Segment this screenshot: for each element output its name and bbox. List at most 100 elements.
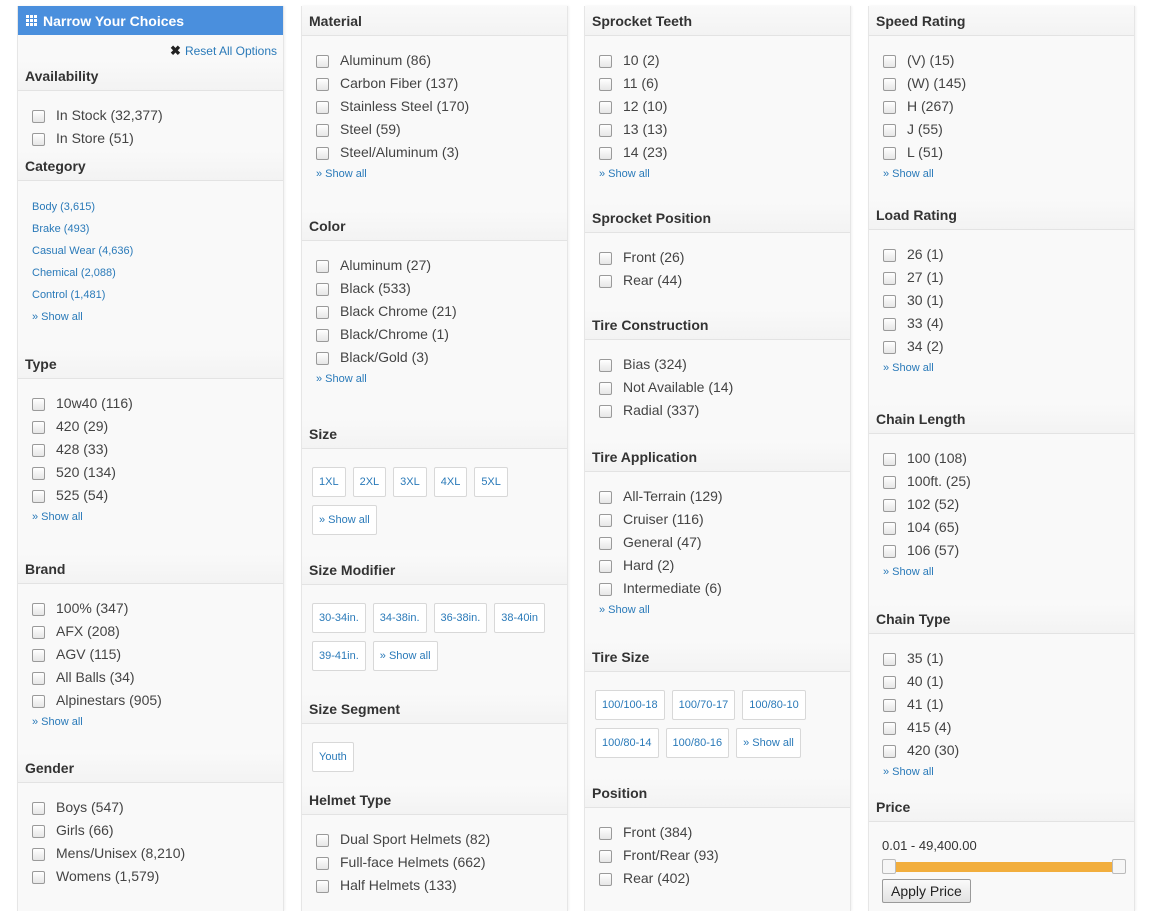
show-all-link[interactable]: » Show all: [869, 357, 1134, 379]
price-slider-min-handle[interactable]: [882, 859, 896, 874]
filter-option[interactable]: Alpinestars (905): [18, 688, 283, 711]
checkbox[interactable]: [32, 490, 45, 503]
checkbox[interactable]: [599, 491, 612, 504]
filter-option[interactable]: Bias (324): [585, 352, 850, 375]
filter-link[interactable]: Body (3,615): [18, 196, 283, 218]
filter-option[interactable]: Boys (547): [18, 795, 283, 818]
checkbox[interactable]: [599, 147, 612, 160]
filter-option[interactable]: 40 (1): [869, 669, 1134, 692]
reset-all-link[interactable]: Reset All Options: [185, 44, 277, 58]
checkbox[interactable]: [599, 850, 612, 863]
checkbox[interactable]: [599, 124, 612, 137]
close-icon[interactable]: ✖: [170, 43, 181, 58]
filter-option[interactable]: General (47): [585, 530, 850, 553]
checkbox[interactable]: [883, 272, 896, 285]
filter-option[interactable]: (W) (145): [869, 71, 1134, 94]
filter-option[interactable]: L (51): [869, 140, 1134, 163]
filter-option[interactable]: 420 (30): [869, 738, 1134, 761]
checkbox[interactable]: [32, 848, 45, 861]
checkbox[interactable]: [316, 306, 329, 319]
filter-chip[interactable]: 1XL: [312, 467, 346, 497]
filter-option[interactable]: In Stock (32,377): [18, 103, 283, 126]
checkbox[interactable]: [599, 78, 612, 91]
checkbox[interactable]: [316, 834, 329, 847]
filter-option[interactable]: 41 (1): [869, 692, 1134, 715]
show-all-link[interactable]: » Show all: [869, 761, 1134, 783]
filter-link[interactable]: Chemical (2,088): [18, 262, 283, 284]
show-all-link[interactable]: » Show all: [18, 506, 283, 528]
checkbox[interactable]: [883, 653, 896, 666]
filter-option[interactable]: (V) (15): [869, 48, 1134, 71]
show-all-link[interactable]: » Show all: [869, 561, 1134, 583]
filter-option[interactable]: 30 (1): [869, 288, 1134, 311]
filter-option[interactable]: Front (26): [585, 245, 850, 268]
filter-option[interactable]: Not Available (14): [585, 375, 850, 398]
checkbox[interactable]: [883, 249, 896, 262]
filter-link[interactable]: Control (1,481): [18, 284, 283, 306]
filter-option[interactable]: 106 (57): [869, 538, 1134, 561]
filter-option[interactable]: Stainless Steel (170): [302, 94, 567, 117]
filter-option[interactable]: 11 (6): [585, 71, 850, 94]
checkbox[interactable]: [32, 672, 45, 685]
filter-option[interactable]: Half Helmets (133): [302, 873, 567, 896]
checkbox[interactable]: [883, 78, 896, 91]
checkbox[interactable]: [316, 147, 329, 160]
checkbox[interactable]: [316, 329, 329, 342]
checkbox[interactable]: [599, 101, 612, 114]
checkbox[interactable]: [32, 649, 45, 662]
filter-option[interactable]: 100% (347): [18, 596, 283, 619]
filter-option[interactable]: Front (384): [585, 820, 850, 843]
filter-option[interactable]: Rear (44): [585, 268, 850, 291]
checkbox[interactable]: [32, 603, 45, 616]
checkbox[interactable]: [32, 825, 45, 838]
checkbox[interactable]: [883, 545, 896, 558]
checkbox[interactable]: [883, 722, 896, 735]
filter-chip[interactable]: 100/80-14: [595, 728, 659, 758]
checkbox[interactable]: [883, 476, 896, 489]
filter-option[interactable]: Black/Gold (3): [302, 345, 567, 368]
filter-option[interactable]: 102 (52): [869, 492, 1134, 515]
filter-option[interactable]: Black (533): [302, 276, 567, 299]
filter-option[interactable]: Aluminum (27): [302, 253, 567, 276]
checkbox[interactable]: [316, 352, 329, 365]
filter-chip[interactable]: » Show all: [372, 641, 438, 671]
filter-option[interactable]: 33 (4): [869, 311, 1134, 334]
checkbox[interactable]: [316, 78, 329, 91]
checkbox[interactable]: [599, 275, 612, 288]
filter-option[interactable]: Hard (2): [585, 553, 850, 576]
filter-chip[interactable]: 100/70-17: [671, 690, 736, 720]
filter-chip[interactable]: 100/80-10: [742, 690, 806, 720]
filter-chip[interactable]: 36-38in.: [433, 603, 488, 633]
checkbox[interactable]: [599, 359, 612, 372]
checkbox[interactable]: [32, 398, 45, 411]
checkbox[interactable]: [32, 871, 45, 884]
checkbox[interactable]: [599, 827, 612, 840]
checkbox[interactable]: [32, 695, 45, 708]
filter-chip[interactable]: 100/80-16: [665, 728, 730, 758]
filter-option[interactable]: 415 (4): [869, 715, 1134, 738]
filter-option[interactable]: Steel/Aluminum (3): [302, 140, 567, 163]
show-all-link[interactable]: » Show all: [302, 163, 567, 185]
filter-option[interactable]: 27 (1): [869, 265, 1134, 288]
filter-chip[interactable]: 38-40in: [494, 603, 545, 633]
filter-option[interactable]: J (55): [869, 117, 1134, 140]
checkbox[interactable]: [32, 626, 45, 639]
checkbox[interactable]: [316, 880, 329, 893]
filter-option[interactable]: Aluminum (86): [302, 48, 567, 71]
filter-option[interactable]: Front/Rear (93): [585, 843, 850, 866]
show-all-link[interactable]: » Show all: [18, 711, 283, 733]
checkbox[interactable]: [316, 101, 329, 114]
checkbox[interactable]: [883, 124, 896, 137]
filter-option[interactable]: Girls (66): [18, 818, 283, 841]
filter-chip[interactable]: » Show all: [736, 728, 801, 758]
filter-option[interactable]: 525 (54): [18, 483, 283, 506]
checkbox[interactable]: [599, 560, 612, 573]
filter-option[interactable]: 100ft. (25): [869, 469, 1134, 492]
filter-option[interactable]: Cruiser (116): [585, 507, 850, 530]
filter-option[interactable]: 420 (29): [18, 414, 283, 437]
filter-option[interactable]: 26 (1): [869, 242, 1134, 265]
checkbox[interactable]: [32, 802, 45, 815]
filter-chip[interactable]: 5XL: [474, 467, 508, 497]
filter-option[interactable]: Womens (1,579): [18, 864, 283, 887]
checkbox[interactable]: [883, 147, 896, 160]
